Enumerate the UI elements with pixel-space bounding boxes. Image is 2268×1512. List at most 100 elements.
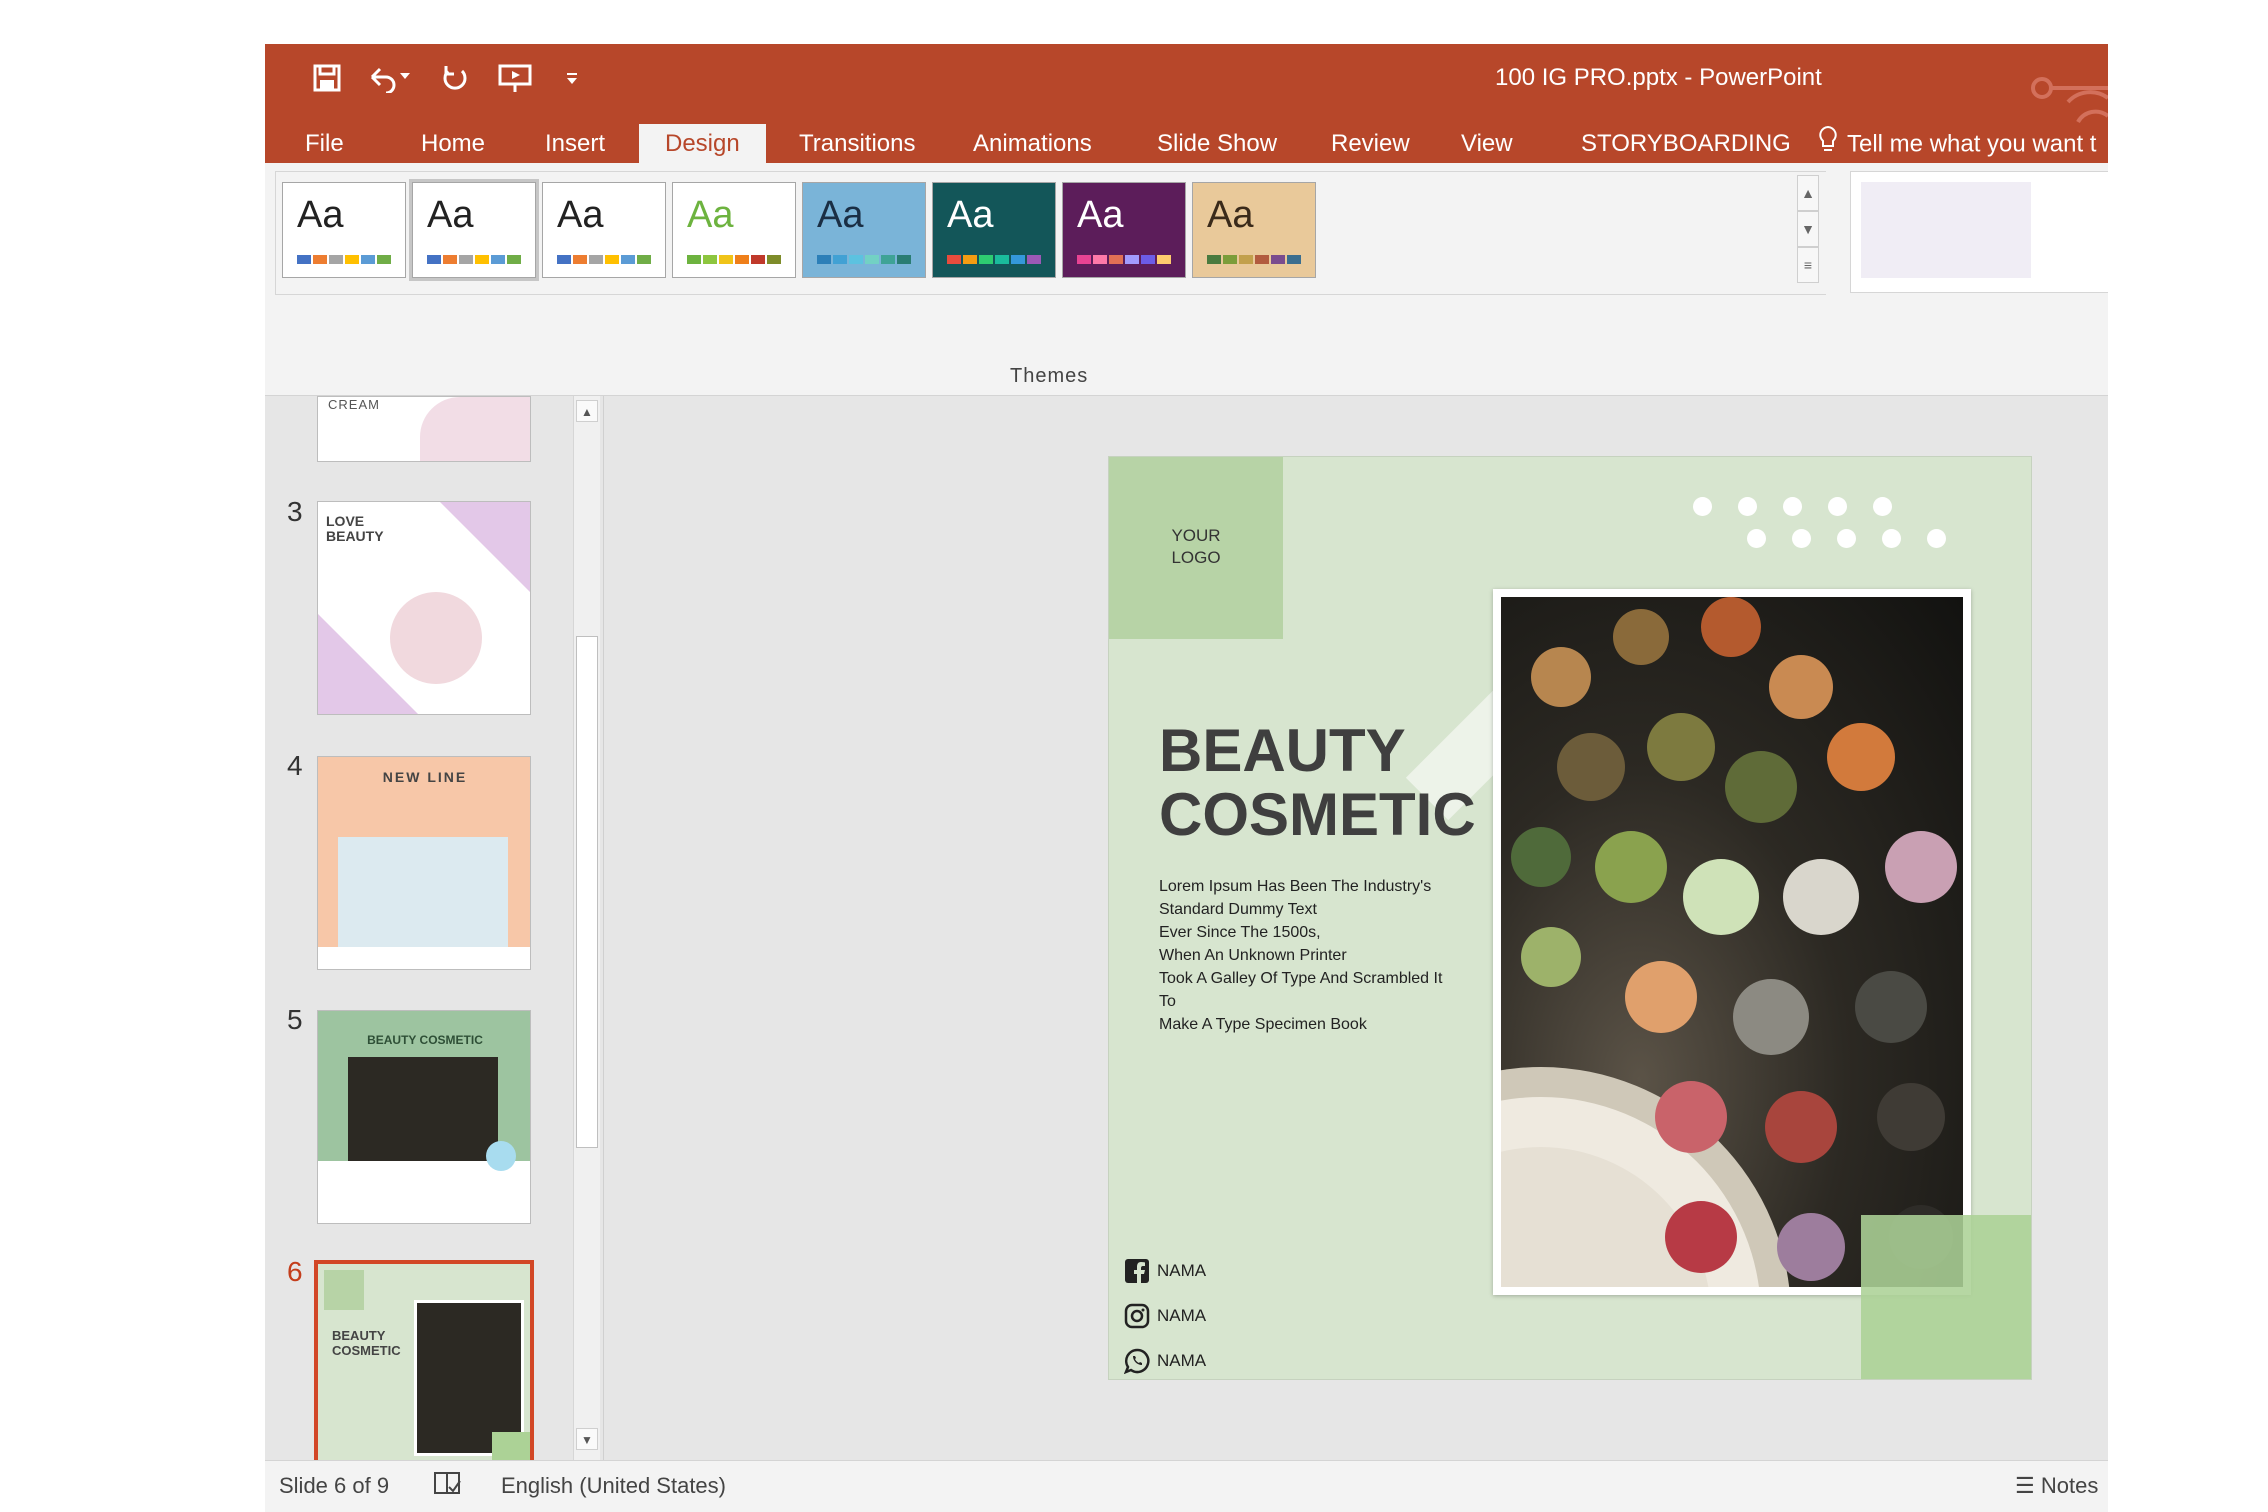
theme-sample-text: Aa [297,194,344,236]
theme-thumbnail-1[interactable]: Aa [282,182,406,278]
theme-swatch [1109,255,1123,264]
theme-swatch [427,255,441,264]
slide-canvas[interactable]: YOUR LOGO BEAUTY COSMETIC Lorem Ipsum Ha… [1108,456,2032,1380]
theme-swatch [979,255,993,264]
ribbon: Aa Aa Aa Aa Aa Aa Aa Aa ▲ ▼ ≡ Themes [265,163,2108,396]
scrollbar-thumb[interactable] [576,636,598,1148]
tab-animations[interactable]: Animations [973,124,1092,163]
gallery-scroll-down-icon[interactable]: ▼ [1797,211,1819,247]
theme-sample-text: Aa [947,194,994,236]
theme-thumbnail-7[interactable]: Aa [1062,182,1186,278]
facebook-icon [1123,1257,1151,1285]
theme-swatch [1207,255,1221,264]
theme-color-swatches [1207,255,1303,264]
tab-design[interactable]: Design [639,124,766,163]
slide-number: 6 [287,1256,303,1287]
theme-swatch [833,255,847,264]
variant-thumbnail[interactable] [1861,182,2031,278]
theme-sample-text: Aa [687,194,734,236]
social-row-facebook[interactable]: NAMA [1123,1257,1206,1285]
theme-swatch [1077,255,1091,264]
theme-swatch [621,255,635,264]
theme-thumbnail-4[interactable]: Aa [672,182,796,278]
theme-color-swatches [687,255,783,264]
start-from-beginning-icon[interactable] [491,56,541,100]
tab-review[interactable]: Review [1331,124,1410,163]
whatsapp-icon [1123,1347,1151,1375]
product-photo-frame[interactable] [1493,589,1971,1295]
theme-swatch [719,255,733,264]
logo-placeholder[interactable]: YOUR LOGO [1109,457,1283,639]
tab-file[interactable]: File [305,124,344,163]
theme-swatch [637,255,651,264]
decorative-green-square [1861,1215,2031,1379]
tab-transitions[interactable]: Transitions [799,124,915,163]
theme-swatch [589,255,603,264]
theme-thumbnail-6[interactable]: Aa [932,182,1056,278]
theme-swatch [1011,255,1025,264]
redo-icon[interactable] [433,56,477,100]
thumb-product-image [348,1057,498,1161]
theme-swatch [361,255,375,264]
tab-insert[interactable]: Insert [545,124,605,163]
slide-counter[interactable]: Slide 6 of 9 [279,1473,389,1499]
theme-swatch [751,255,765,264]
slide-thumbnail-3[interactable]: LOVE BEAUTY [317,501,531,715]
theme-thumbnail-2[interactable]: Aa [412,182,536,278]
customize-quick-access-icon[interactable] [557,56,587,100]
theme-swatch [703,255,717,264]
slide-body-text[interactable]: Lorem Ipsum Has Been The Industry's Stan… [1159,875,1489,1036]
theme-sample-text: Aa [817,194,864,236]
theme-swatch [491,255,505,264]
theme-sample-text: Aa [427,194,474,236]
theme-thumbnail-8[interactable]: Aa [1192,182,1316,278]
theme-swatch [1093,255,1107,264]
thumb-footer [318,947,530,969]
theme-color-swatches [947,255,1043,264]
theme-thumbnail-3[interactable]: Aa [542,182,666,278]
theme-color-swatches [427,255,523,264]
tab-storyboarding[interactable]: STORYBOARDING [1581,124,1791,163]
slide-thumbnail-5[interactable]: BEAUTY COSMETIC [317,1010,531,1224]
decorative-dots [1693,497,1953,557]
thumb-decoration [420,397,530,461]
scroll-up-icon[interactable]: ▲ [576,400,598,422]
undo-icon[interactable] [361,56,417,100]
theme-swatch [1141,255,1155,264]
social-label: NAMA [1157,1306,1207,1325]
variants-gallery [1850,171,2108,293]
spell-check-icon[interactable] [433,1469,463,1505]
social-row-instagram[interactable]: NAMA [1123,1302,1206,1330]
slide-thumbnail-6[interactable]: BEAUTY COSMETIC [314,1260,534,1480]
theme-swatch [1271,255,1285,264]
social-row-whatsapp[interactable]: NAMA [1123,1347,1206,1375]
theme-thumbnail-5[interactable]: Aa [802,182,926,278]
slide-thumbnail-pane: CREAM 3 LOVE BEAUTY 4 NEW LINE 5 BEAUTY … [265,396,604,1512]
theme-swatch [735,255,749,264]
tab-view[interactable]: View [1461,124,1513,163]
thumb-title: BEAUTY COSMETIC [367,1033,483,1047]
social-label: NAMA [1157,1261,1207,1280]
tab-home[interactable]: Home [421,124,485,163]
slide-thumbnail-2[interactable]: CREAM [317,396,531,462]
theme-swatch [1239,255,1253,264]
gallery-more-icon[interactable]: ≡ [1797,247,1819,283]
slide-thumbnail-4[interactable]: NEW LINE [317,756,531,970]
theme-swatch [573,255,587,264]
slide-headline[interactable]: BEAUTY COSMETIC [1159,719,1476,847]
theme-swatch [881,255,895,264]
gallery-scroll-up-icon[interactable]: ▲ [1797,175,1819,211]
theme-swatch [1223,255,1237,264]
theme-swatch [963,255,977,264]
save-icon[interactable] [305,56,349,100]
tell-me-search[interactable]: Tell me what you want t [1817,124,2096,163]
title-bar: 100 IG PRO.pptx - PowerPoint File Home I… [265,44,2108,163]
scroll-down-icon[interactable]: ▼ [576,1428,598,1450]
thumb-decoration [486,1141,516,1171]
thumb-product-image [390,592,482,684]
theme-swatch [767,255,781,264]
language-indicator[interactable]: English (United States) [501,1473,726,1499]
tab-slide-show[interactable]: Slide Show [1157,124,1277,163]
theme-swatch [1287,255,1301,264]
notes-button[interactable]: ☰ Notes [2015,1473,2098,1499]
